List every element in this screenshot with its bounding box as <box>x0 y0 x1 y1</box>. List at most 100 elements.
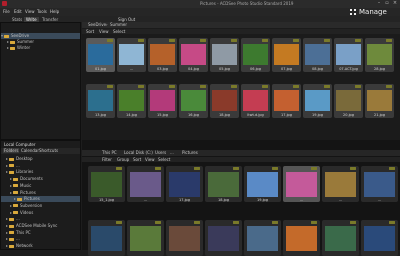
breadcrumb-user[interactable]: ... <box>170 150 174 156</box>
view-menu[interactable]: View <box>99 29 109 34</box>
breadcrumb-thispc[interactable]: This PC <box>102 150 117 156</box>
folder-icon <box>9 217 14 221</box>
tree-item[interactable]: Desktop <box>1 156 80 162</box>
address-bar[interactable]: This PC Local Disk (C:) Users ... Pictur… <box>82 150 400 156</box>
thumbnail-image <box>150 44 175 65</box>
thumbnail[interactable]: 08.jpg <box>303 38 332 72</box>
tree-item[interactable]: ... <box>1 236 80 242</box>
breadcrumb-pictures[interactable]: Pictures <box>182 150 198 156</box>
thumbnail[interactable]: 16.jpg <box>179 84 208 118</box>
rating-tag <box>233 167 239 170</box>
thumbnail[interactable] <box>283 220 320 256</box>
tree-item[interactable]: Network <box>1 243 80 249</box>
select-menu[interactable]: Select <box>113 29 125 34</box>
thumbnail[interactable] <box>205 220 242 256</box>
tree-label: ACDSee Mobile Sync <box>16 223 58 228</box>
rating-tag <box>194 221 200 224</box>
breadcrumb-seedrive[interactable]: SeeDrive <box>88 22 106 28</box>
expand-icon <box>10 178 12 181</box>
thumbnail[interactable] <box>127 220 164 256</box>
thumbnail[interactable] <box>322 220 359 256</box>
tree-item[interactable]: Documents <box>1 176 80 182</box>
thumbnail-image <box>274 90 299 111</box>
thumbnail[interactable]: ... <box>283 166 320 202</box>
tab-folders[interactable]: Folders <box>3 148 20 153</box>
thumbnail[interactable]: 06.jpg <box>241 38 270 72</box>
minimize-button[interactable]: – <box>375 1 383 6</box>
tree-item[interactable]: Music <box>1 183 80 189</box>
thumbnail[interactable] <box>361 220 398 256</box>
thumbnail-image <box>88 90 113 111</box>
tree-item[interactable]: Pictures <box>1 196 80 203</box>
thumbnail[interactable]: 17.jpg <box>272 84 301 118</box>
tree-item[interactable]: ... <box>1 163 80 169</box>
tree-item[interactable]: Videos <box>1 210 80 216</box>
breadcrumb-users[interactable]: Users <box>155 150 166 156</box>
tree-item[interactable]: ... <box>1 216 80 222</box>
tab-shortcuts[interactable]: Shortcuts <box>39 148 58 153</box>
thumbnail-image <box>181 90 206 111</box>
menu-view[interactable]: View <box>25 9 35 14</box>
tree-item[interactable]: ACDSee Mobile Sync <box>1 223 80 229</box>
thumbnail-filename: 20.jpg <box>343 113 354 117</box>
thumbnail[interactable]: 20.jpg <box>334 84 363 118</box>
thumbnail[interactable]: 05.jpg <box>210 38 239 72</box>
thumbnail[interactable]: 15_1.jpg <box>88 166 125 202</box>
breadcrumb-localdisk[interactable]: Local Disk (C:) <box>124 150 153 156</box>
thumbnail[interactable]: 21.jpg <box>365 84 394 118</box>
menu-help[interactable]: Help <box>50 9 59 14</box>
thumbnail[interactable]: 19.jpg <box>244 166 281 202</box>
sort-menu[interactable]: Sort <box>86 29 94 34</box>
thumbnail[interactable]: 07.ACT.jpg <box>334 38 363 72</box>
sort-menu[interactable]: Sort <box>133 157 141 162</box>
close-button[interactable]: × <box>391 1 399 6</box>
thumbnail[interactable]: 04.jpg <box>179 38 208 72</box>
rating-tag <box>107 85 113 88</box>
breadcrumb-summer[interactable]: Summer <box>110 22 127 28</box>
tab-calendar[interactable]: Calendar <box>21 148 39 153</box>
thumbnail[interactable]: 15.jpg <box>148 84 177 118</box>
thumbnail[interactable]: 28.jpg <box>365 38 394 72</box>
thumbnail[interactable]: 01.jpg <box>86 38 115 72</box>
thumbnail[interactable] <box>88 220 125 256</box>
thumbnail[interactable]: ... <box>322 166 359 202</box>
thumbnail[interactable]: 03.jpg <box>148 38 177 72</box>
thumbnail[interactable]: ... <box>127 166 164 202</box>
thumbnail-image <box>212 90 237 111</box>
thumbnail[interactable]: 17.jpg <box>166 166 203 202</box>
menu-edit[interactable]: Edit <box>14 9 22 14</box>
menu-file[interactable]: File <box>3 9 10 14</box>
tree-item[interactable]: This PC <box>1 230 80 236</box>
thumbnail[interactable]: 18.jpg <box>210 84 239 118</box>
thumbnail[interactable] <box>244 220 281 256</box>
menu-tools[interactable]: Tools <box>37 9 47 14</box>
title-bar: Pictures - ACDSee Photo Studio Standard … <box>0 0 400 8</box>
thumbnail[interactable]: 07.jpg <box>272 38 301 72</box>
tree-item[interactable]: Libraries <box>1 169 80 175</box>
tree-item[interactable]: Pictures <box>1 190 80 196</box>
maximize-button[interactable]: ▫ <box>383 1 391 6</box>
rating-tag <box>169 39 175 42</box>
folder-icon <box>9 244 14 248</box>
thumbnail[interactable]: 14.jpg <box>117 84 146 118</box>
group-menu[interactable]: Group <box>117 157 129 162</box>
expand-icon <box>7 41 9 43</box>
filter-menu[interactable]: Filter <box>102 157 112 162</box>
select-menu[interactable]: Select <box>158 157 170 162</box>
thumbnail-image <box>91 172 122 197</box>
view-menu[interactable]: View <box>145 157 155 162</box>
thumbnail[interactable]: ... <box>117 38 146 72</box>
tree-item-winter[interactable]: Winter <box>1 45 30 51</box>
thumbnail[interactable] <box>166 220 203 256</box>
thumbnail[interactable]: 13.jpg <box>86 84 115 118</box>
address-bar[interactable]: SeeDrive › Summer <box>82 22 400 28</box>
thumbnail-filename: 28.jpg <box>374 67 385 71</box>
thumbnail[interactable]: 19.jpg <box>303 84 332 118</box>
thumbnail-image <box>325 226 356 251</box>
tree-item[interactable]: Subversion <box>1 203 80 209</box>
thumbnail[interactable]: 18.jpg <box>205 166 242 202</box>
tree-label: Music <box>20 182 32 188</box>
thumbnail[interactable]: ... <box>361 166 398 202</box>
thumbnail-filename: 17.jpg <box>179 198 190 202</box>
thumbnail[interactable]: ltwt.d.jpg <box>241 84 270 118</box>
